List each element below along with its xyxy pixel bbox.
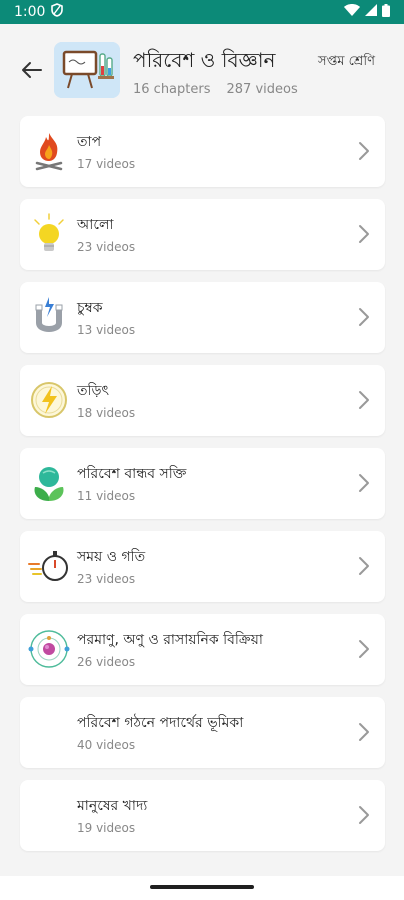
atom-icon — [26, 626, 72, 672]
stopwatch-icon — [26, 543, 72, 589]
chapter-name: তাপ — [77, 134, 102, 150]
chevron-right-icon — [359, 142, 369, 160]
lightning-icon — [26, 377, 72, 423]
chapter-card[interactable]: পরিবেশ গঠনে পদার্থের ভূমিকা 40 videos — [20, 697, 385, 768]
status-right — [344, 3, 390, 21]
chapter-name: চুম্বক — [77, 300, 103, 316]
chevron-right-icon — [359, 723, 369, 741]
chevron-right-icon — [359, 391, 369, 409]
video-total: 287 videos — [226, 82, 298, 97]
chevron-right-icon — [359, 225, 369, 243]
subject-meta: 16 chapters 287 videos — [133, 82, 298, 97]
chapter-name: পরিবেশ বান্ধব সক্তি — [77, 466, 187, 482]
chevron-right-icon — [359, 806, 369, 824]
plant-icon — [26, 460, 72, 506]
subject-title: পরিবেশ ও বিজ্ঞান — [133, 48, 276, 72]
chapter-video-count: 19 videos — [77, 821, 136, 835]
chapter-name: আলো — [77, 217, 114, 233]
chevron-right-icon — [359, 640, 369, 658]
chapter-video-count: 26 videos — [77, 655, 136, 669]
fire-icon — [26, 128, 72, 174]
wifi-icon — [344, 4, 360, 20]
chapter-video-count: 13 videos — [77, 323, 136, 337]
chapter-card[interactable]: মানুষের খাদ্য 19 videos — [20, 780, 385, 851]
chapter-video-count: 17 videos — [77, 157, 136, 171]
subject-header: পরিবেশ ও বিজ্ঞান 16 chapters 287 videos … — [0, 24, 404, 116]
chapter-name: পরিবেশ গঠনে পদার্থের ভূমিকা — [77, 715, 244, 731]
chapter-list: তাপ 17 videos আলো 23 videos চুম্বক 13 vi… — [20, 116, 385, 863]
chevron-right-icon — [359, 474, 369, 492]
chapter-card[interactable]: আলো 23 videos — [20, 199, 385, 270]
chevron-right-icon — [359, 308, 369, 326]
chevron-right-icon — [359, 557, 369, 575]
chapter-total: 16 chapters — [133, 82, 211, 97]
bulb-icon — [26, 211, 72, 257]
battery-icon — [382, 3, 390, 21]
chapter-card[interactable]: চুম্বক 13 videos — [20, 282, 385, 353]
chapter-name: তড়িৎ — [77, 383, 109, 399]
signal-icon — [365, 4, 377, 20]
chapter-card[interactable]: তাপ 17 videos — [20, 116, 385, 187]
class-label: সপ্তম শ্রেণি — [318, 54, 375, 69]
chapter-card[interactable]: পরিবেশ বান্ধব সক্তি 11 videos — [20, 448, 385, 519]
magnet-icon — [26, 294, 72, 340]
status-left: 1:00 — [14, 3, 64, 21]
shield-status-icon — [51, 3, 64, 21]
chapter-card[interactable]: সময় ও গতি 23 videos — [20, 531, 385, 602]
chapter-name: সময় ও গতি — [77, 549, 146, 565]
chapter-icon-placeholder — [26, 792, 72, 838]
chapter-card[interactable]: পরমাণু, অণু ও রাসায়নিক বিক্রিয়া 26 vid… — [20, 614, 385, 685]
home-gesture-handle[interactable] — [150, 885, 254, 889]
chapter-card[interactable]: তড়িৎ 18 videos — [20, 365, 385, 436]
chapter-video-count: 11 videos — [77, 489, 136, 503]
chapter-name: মানুষের খাদ্য — [77, 798, 148, 814]
back-button[interactable] — [18, 56, 46, 84]
chapter-video-count: 40 videos — [77, 738, 136, 752]
chapter-video-count: 23 videos — [77, 240, 136, 254]
status-bar: 1:00 — [0, 0, 404, 24]
chapter-name: পরমাণু, অণু ও রাসায়নিক বিক্রিয়া — [77, 632, 263, 648]
chapter-video-count: 18 videos — [77, 406, 136, 420]
subject-thumbnail — [54, 42, 120, 98]
arrow-left-icon — [22, 62, 42, 78]
status-time: 1:00 — [14, 4, 46, 20]
chapter-video-count: 23 videos — [77, 572, 136, 586]
chapter-icon-placeholder — [26, 709, 72, 755]
